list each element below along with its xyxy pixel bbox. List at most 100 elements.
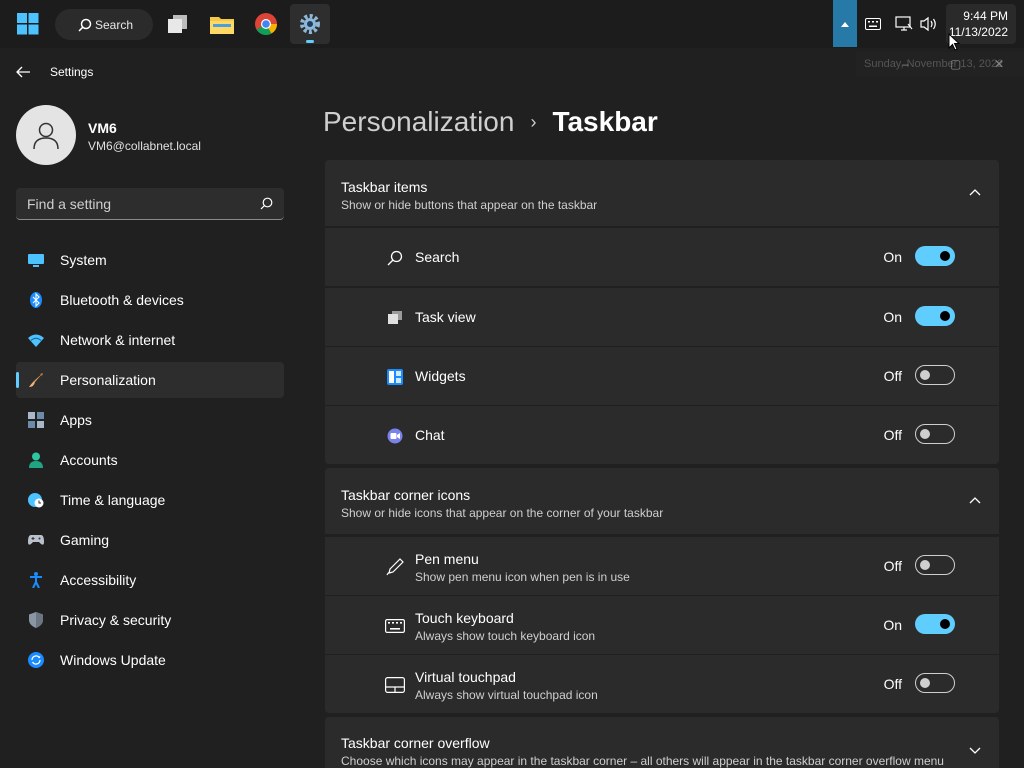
sidebar-item-label: Network & internet [60, 332, 176, 348]
breadcrumb-separator: › [530, 111, 537, 132]
task-view-button[interactable] [158, 4, 198, 44]
chevron-up-icon [969, 497, 981, 504]
task-view-icon [168, 15, 187, 33]
sidebar-item-accounts[interactable]: Accounts [16, 442, 284, 478]
maximize-icon[interactable]: ▢ [950, 52, 961, 76]
chrome-icon [255, 13, 277, 35]
touch-keyboard-tray-button[interactable] [863, 14, 883, 34]
taskbar-item-search-row: Search On [325, 228, 999, 286]
chat-icon [385, 426, 405, 446]
mouse-cursor-icon [948, 33, 960, 51]
row-description: Always show touch keyboard icon [415, 629, 596, 643]
virtual-touchpad-toggle[interactable] [915, 673, 955, 693]
sidebar-item-label: System [60, 252, 107, 268]
windows-logo-icon [17, 13, 39, 35]
sidebar-item-network[interactable]: Network & internet [16, 322, 284, 358]
sidebar-item-system[interactable]: System [16, 242, 284, 278]
avatar[interactable] [16, 105, 76, 165]
close-icon[interactable]: ✕ [994, 52, 1004, 76]
controller-icon [28, 532, 44, 548]
taskbar-item-taskview-row: Task view On [325, 288, 999, 346]
toggle-state: On [883, 617, 902, 633]
keyboard-icon [865, 18, 881, 30]
sidebar-item-label: Accessibility [60, 572, 137, 588]
row-description: Always show virtual touchpad icon [415, 688, 598, 702]
sidebar-item-label: Privacy & security [60, 612, 172, 628]
widgets-icon [385, 367, 405, 387]
taskbar-items-section-header[interactable]: Taskbar items Show or hide buttons that … [325, 160, 999, 226]
row-label: Touch keyboard [415, 610, 514, 626]
taskbar-item-widgets-row: Widgets Off [325, 347, 999, 405]
page-title: Taskbar [552, 106, 658, 137]
taskbar-corner-overflow-section-header[interactable]: Taskbar corner overflow Choose which ico… [325, 717, 999, 768]
network-icon [895, 16, 913, 31]
sidebar-item-windows-update[interactable]: Windows Update [16, 642, 284, 678]
sidebar-item-accessibility[interactable]: Accessibility [16, 562, 284, 598]
chat-toggle[interactable] [915, 424, 955, 444]
toggle-state: Off [883, 368, 902, 384]
search-icon [385, 248, 405, 268]
find-setting-input[interactable]: Find a setting [16, 188, 284, 220]
pen-menu-row: Pen menu Show pen menu icon when pen is … [325, 537, 999, 595]
sidebar-item-label: Personalization [60, 372, 156, 388]
user-icon [33, 122, 59, 150]
task-view-toggle[interactable] [915, 306, 955, 326]
chevron-up-icon [841, 21, 849, 27]
speaker-icon [920, 16, 936, 32]
sidebar-item-time-language[interactable]: Time & language [16, 482, 284, 518]
section-title: Taskbar corner icons [341, 487, 471, 503]
minimize-icon[interactable]: – [902, 52, 909, 76]
gear-icon [300, 14, 320, 34]
chevron-down-icon [969, 747, 981, 754]
settings-app-button[interactable] [290, 4, 330, 44]
taskbar-search-button[interactable]: Search [55, 9, 153, 40]
sidebar-item-apps[interactable]: Apps [16, 402, 284, 438]
touchpad-icon [385, 675, 405, 695]
volume-tray-button[interactable] [919, 14, 939, 34]
touch-keyboard-toggle[interactable] [915, 614, 955, 634]
back-arrow-icon[interactable] [14, 64, 32, 80]
sidebar-item-privacy[interactable]: Privacy & security [16, 602, 284, 638]
row-label: Search [415, 249, 460, 265]
date-tooltip: Sunday, November 13, 2022 – ▢ ✕ [856, 52, 1024, 76]
search-icon [78, 18, 92, 32]
widgets-toggle[interactable] [915, 365, 955, 385]
row-description: Show pen menu icon when pen is in use [415, 570, 630, 584]
toggle-state: Off [883, 558, 902, 574]
keyboard-icon [385, 616, 405, 636]
row-label: Pen menu [415, 551, 479, 567]
monitor-icon [28, 252, 44, 268]
network-tray-button[interactable] [894, 14, 914, 34]
pen-icon [385, 557, 405, 577]
toggle-state: Off [883, 676, 902, 692]
wifi-icon [28, 332, 44, 348]
user-name: VM6 [88, 120, 117, 136]
window-title: Settings [50, 65, 94, 79]
start-button[interactable] [8, 4, 48, 44]
person-icon [28, 452, 44, 468]
taskbar: Search 9:44 PM 11/13/2022 [0, 0, 1024, 48]
section-subtitle: Show or hide icons that appear on the co… [341, 506, 664, 520]
sidebar-item-label: Time & language [60, 492, 166, 508]
sidebar-item-bluetooth[interactable]: Bluetooth & devices [16, 282, 284, 318]
pen-menu-toggle[interactable] [915, 555, 955, 575]
show-hidden-icons-button[interactable] [833, 0, 857, 47]
toggle-state: Off [883, 427, 902, 443]
sidebar-nav: System Bluetooth & devices Network & int… [16, 242, 284, 682]
accessibility-icon [28, 572, 44, 588]
row-label: Virtual touchpad [415, 669, 516, 685]
chrome-button[interactable] [246, 4, 286, 44]
taskbar-corner-icons-section-header[interactable]: Taskbar corner icons Show or hide icons … [325, 468, 999, 534]
section-title: Taskbar corner overflow [341, 735, 490, 751]
date-tooltip-text: Sunday, November 13, 2022 [864, 58, 1004, 70]
sidebar-item-personalization[interactable]: Personalization [16, 362, 284, 398]
update-icon [28, 652, 44, 668]
breadcrumb-parent[interactable]: Personalization [323, 106, 514, 138]
sidebar-item-gaming[interactable]: Gaming [16, 522, 284, 558]
search-toggle[interactable] [915, 246, 955, 266]
task-view-icon [385, 308, 405, 328]
bluetooth-icon [28, 292, 44, 308]
file-explorer-button[interactable] [202, 4, 242, 44]
brush-icon [28, 372, 44, 388]
toggle-state: On [883, 309, 902, 325]
